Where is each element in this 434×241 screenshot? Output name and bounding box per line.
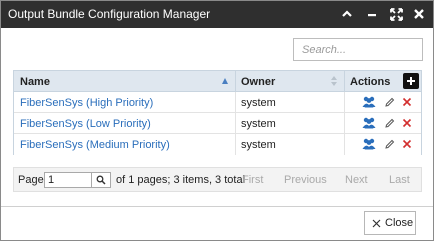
column-divider [235, 71, 236, 91]
bundle-name-link[interactable]: FiberSenSys (Medium Priority) [20, 139, 170, 151]
search-icon[interactable] [91, 172, 111, 188]
sort-unsorted-icon[interactable] [330, 75, 338, 90]
pagination-bar: Page of 1 pages; 3 items, 3 total First … [13, 167, 422, 192]
column-header-actions: Actions [350, 76, 391, 88]
close-x-icon [372, 219, 381, 227]
pagination-info: of 1 pages; 3 items, 3 total [116, 174, 246, 186]
close-button[interactable]: Close [364, 211, 416, 235]
cell-divider [344, 134, 345, 155]
users-icon[interactable] [362, 95, 376, 109]
close-button-label: Close [385, 217, 414, 229]
delete-x-icon[interactable] [400, 95, 414, 109]
cell-divider [235, 92, 236, 113]
pencil-icon[interactable] [382, 116, 396, 130]
owner-cell: system [241, 97, 276, 109]
first-page-link[interactable]: First [242, 174, 263, 186]
bundle-grid: Name Owner Actions FiberSenSys (High Pri… [13, 70, 422, 155]
table-row[interactable]: FiberSenSys (Low Priority) system [14, 113, 421, 134]
sort-ascending-icon[interactable] [221, 76, 229, 88]
bundle-name-link[interactable]: FiberSenSys (Low Priority) [20, 118, 151, 130]
window-title: Output Bundle Configuration Manager [8, 7, 211, 21]
dialog-window: Output Bundle Configuration Manager Name [0, 0, 434, 241]
minimize-icon[interactable] [363, 5, 381, 23]
close-icon[interactable] [410, 5, 428, 23]
table-row[interactable]: FiberSenSys (High Priority) system [14, 92, 421, 113]
delete-x-icon[interactable] [400, 116, 414, 130]
pencil-icon[interactable] [382, 95, 396, 109]
search-input[interactable] [293, 38, 423, 61]
column-header-name[interactable]: Name [20, 71, 50, 91]
last-page-link[interactable]: Last [389, 174, 410, 186]
page-label: Page [18, 174, 44, 186]
grid-header: Name Owner Actions [14, 71, 421, 92]
column-divider [344, 71, 345, 91]
users-icon[interactable] [362, 116, 376, 130]
next-page-link[interactable]: Next [345, 174, 368, 186]
users-icon[interactable] [362, 137, 376, 151]
maximize-icon[interactable] [387, 5, 405, 23]
owner-cell: system [241, 118, 276, 130]
footer-divider [1, 206, 433, 207]
previous-page-link[interactable]: Previous [284, 174, 327, 186]
bundle-name-link[interactable]: FiberSenSys (High Priority) [20, 97, 153, 109]
table-row[interactable]: FiberSenSys (Medium Priority) system [14, 134, 421, 155]
plus-icon[interactable] [403, 73, 419, 89]
cell-divider [235, 134, 236, 155]
chevron-up-icon[interactable] [338, 5, 356, 23]
cell-divider [344, 113, 345, 134]
pencil-icon[interactable] [382, 137, 396, 151]
cell-divider [344, 92, 345, 113]
owner-cell: system [241, 139, 276, 151]
title-bar[interactable]: Output Bundle Configuration Manager [1, 1, 433, 28]
column-header-owner[interactable]: Owner [241, 71, 275, 91]
delete-x-icon[interactable] [400, 137, 414, 151]
cell-divider [235, 113, 236, 134]
